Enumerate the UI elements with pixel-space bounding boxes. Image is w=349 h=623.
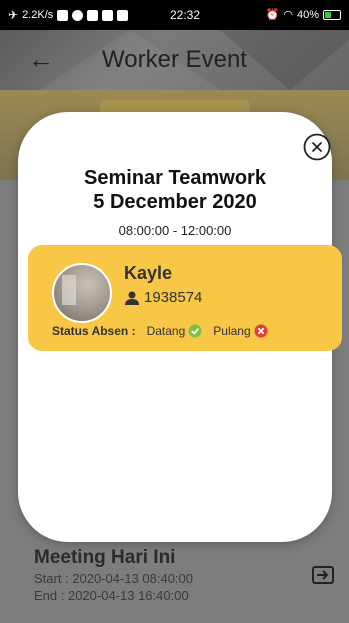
cross-circle-icon: [254, 324, 268, 338]
logout-icon[interactable]: [312, 566, 334, 584]
status-out: Pulang: [213, 324, 268, 338]
meeting-end: End : 2020-04-13 16:40:00: [34, 588, 189, 603]
airplane-icon: ✈: [8, 8, 19, 22]
status-out-label: Pulang: [213, 324, 251, 338]
worker-id: 1938574: [124, 289, 202, 306]
status-in: Datang: [147, 324, 203, 338]
meeting-section: Meeting Hari Ini Start : 2020-04-13 08:4…: [34, 547, 193, 603]
meeting-title: Meeting Hari Ini: [34, 547, 176, 568]
mail-icon: [117, 9, 129, 21]
youtube-icon: [102, 9, 114, 21]
wifi-icon: ◠: [283, 9, 293, 21]
status-in-label: Datang: [146, 324, 186, 338]
check-circle-icon: [188, 324, 202, 338]
event-detail-dialog: Seminar Teamwork 5 December 2020 08:00:0…: [18, 112, 342, 542]
page-title: Worker Event: [102, 46, 247, 73]
worker-id-value: 1938574: [144, 289, 203, 306]
attendance-status: Status Absen : Datang Pulang: [52, 324, 268, 338]
status-right: ⏰ ◠ 40%: [266, 8, 341, 21]
app-bar: ← Worker Event: [0, 30, 349, 90]
battery-percent: 40%: [296, 8, 319, 21]
event-title-line1: Seminar Teamwork: [84, 167, 266, 189]
status-left: ✈ 2.2K/s: [8, 8, 129, 22]
event-title: Seminar Teamwork 5 December 2020: [18, 166, 332, 214]
chat-icon: [57, 9, 69, 21]
attendance-card[interactable]: Kayle 1938574 Status Absen : Datang Pula…: [28, 245, 342, 351]
avatar: [52, 263, 112, 323]
worker-name: Kayle: [124, 263, 173, 283]
alarm-icon: ⏰: [265, 9, 280, 21]
clock: 22:32: [170, 8, 201, 22]
status-bar: ✈ 2.2K/s 22:32 ⏰ ◠ 40%: [0, 0, 349, 30]
close-circle-icon[interactable]: [302, 132, 332, 162]
network-speed: 2.2K/s: [22, 9, 54, 21]
status-label: Status Absen :: [52, 324, 136, 338]
gallery-icon: [87, 9, 99, 21]
person-icon: [125, 291, 139, 305]
event-date: 5 December 2020: [93, 191, 257, 213]
whatsapp-icon: [72, 9, 84, 21]
battery-icon: [323, 9, 341, 20]
meeting-start: Start : 2020-04-13 08:40:00: [34, 571, 194, 586]
event-time: 08:00:00 - 12:00:00: [118, 223, 232, 238]
